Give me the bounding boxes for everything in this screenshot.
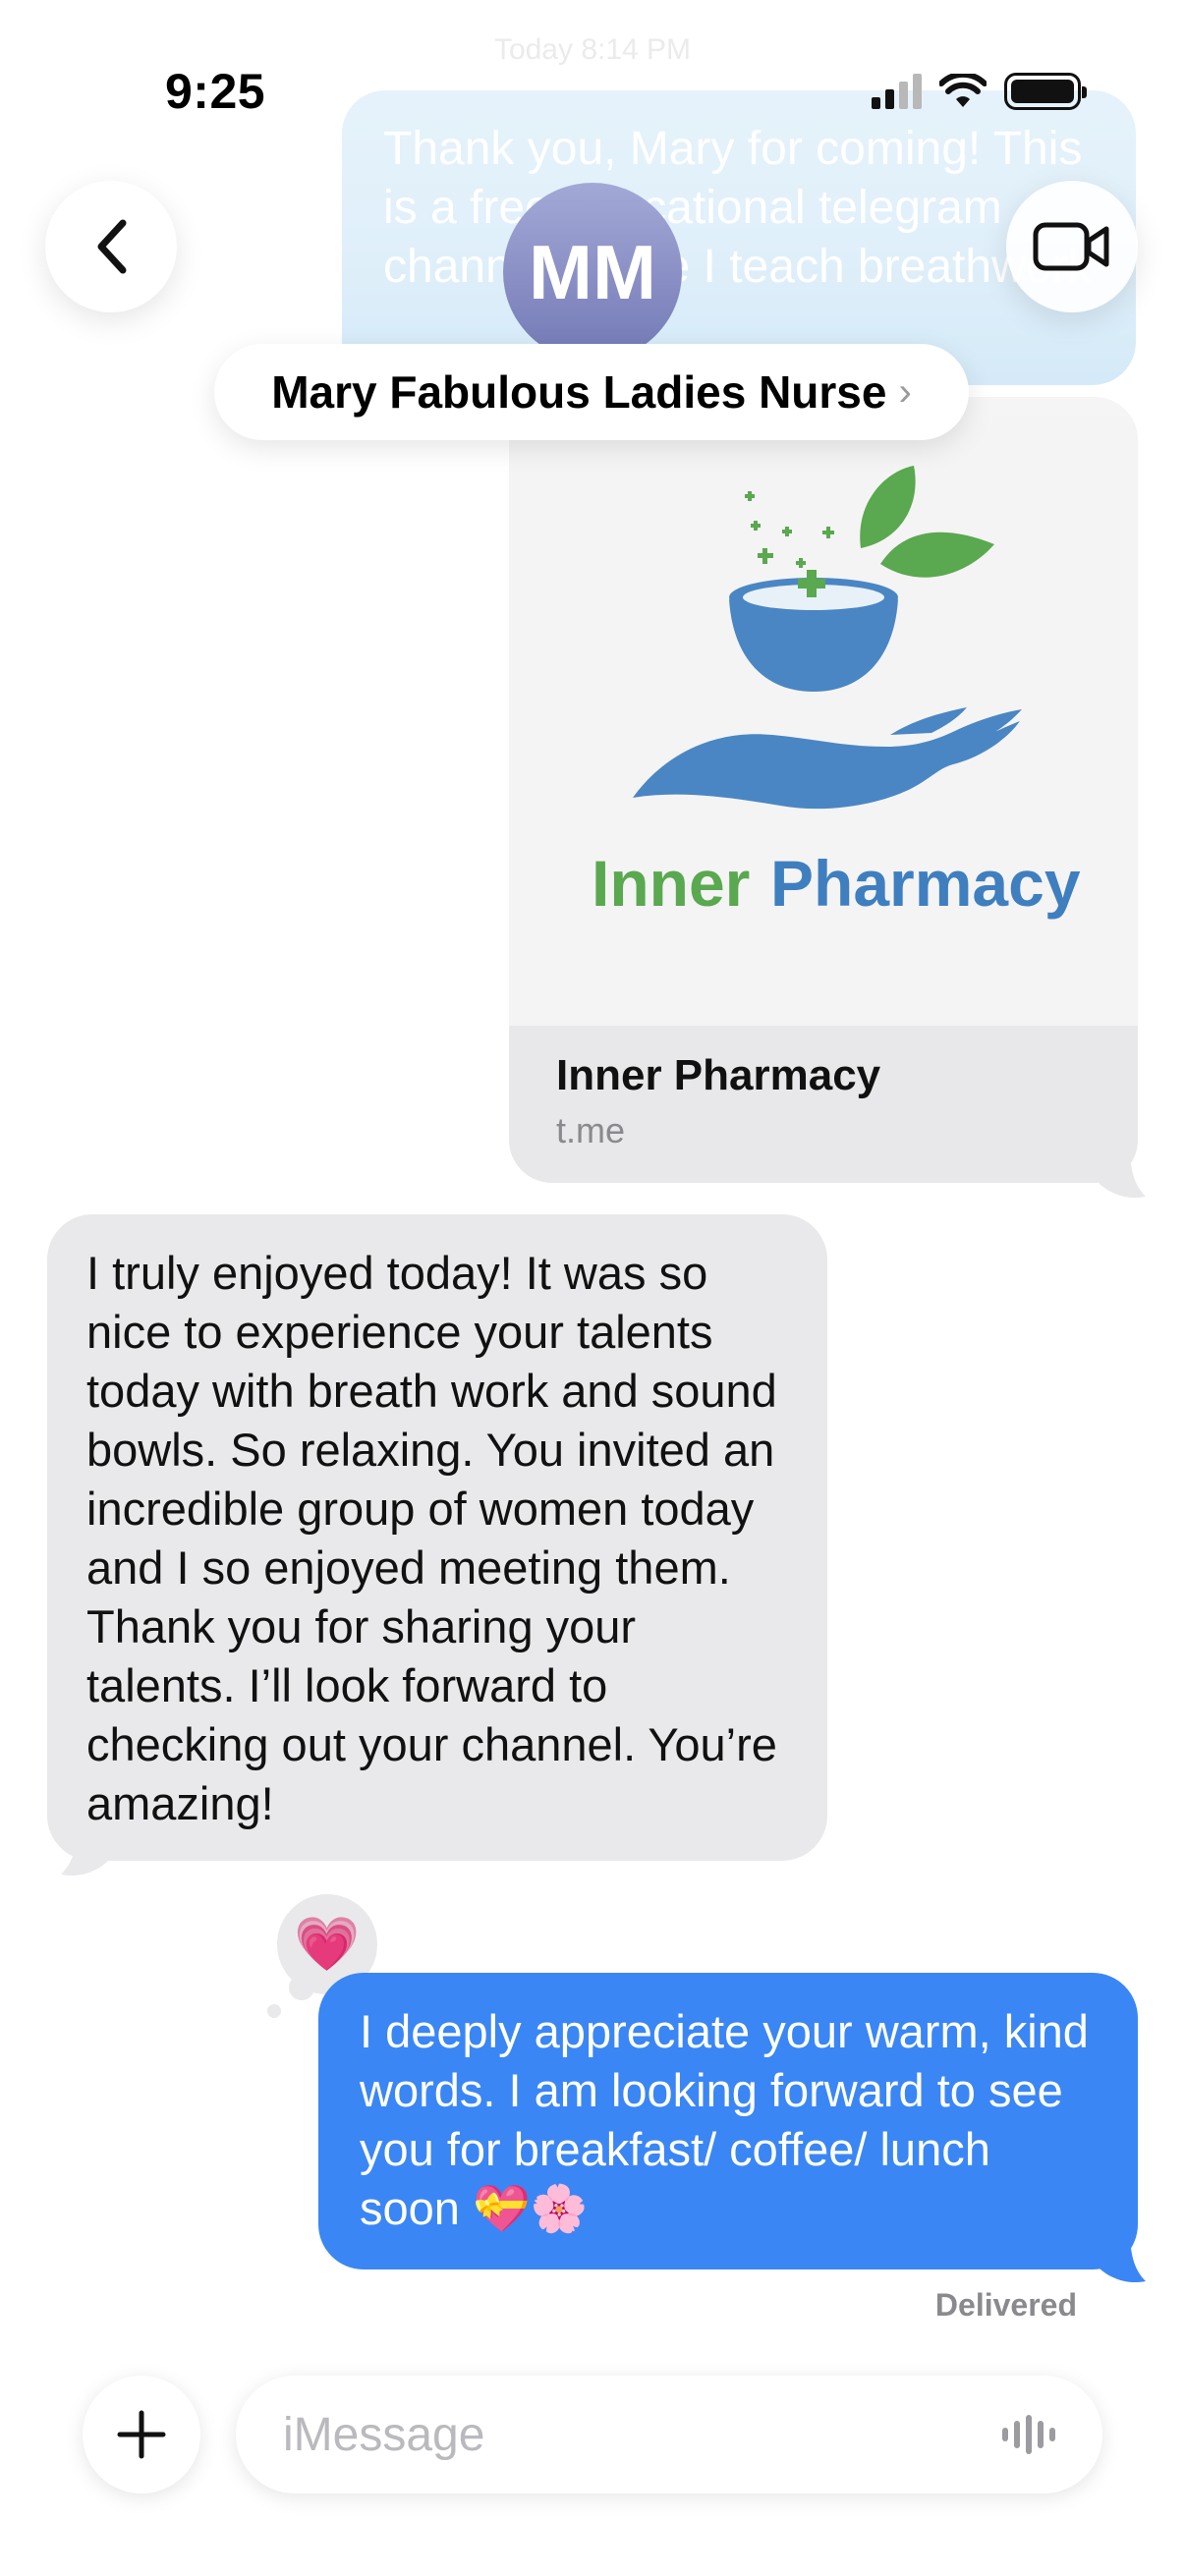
contact-name-button[interactable]: Mary Fabulous Ladies Nurse › xyxy=(214,344,969,440)
delivery-status: Delivered xyxy=(934,2287,1077,2323)
wifi-icon xyxy=(939,74,987,107)
message-composer[interactable] xyxy=(236,2376,1102,2493)
video-camera-icon xyxy=(1033,222,1109,271)
conversation-timestamp: Today 8:14 PM xyxy=(493,33,692,66)
logo-text-inner: Inner xyxy=(592,847,750,920)
bubble-tail xyxy=(61,1827,110,1876)
link-preview-image: Inner Pharmacy xyxy=(509,397,1138,1026)
messages-screen: Today 8:14 PM Thank you, Mary for coming… xyxy=(0,0,1185,2576)
bubble-tail xyxy=(1097,2230,1146,2283)
battery-icon xyxy=(1004,73,1087,110)
logo-text-pharmacy: Pharmacy xyxy=(770,847,1081,920)
link-preview-domain: t.me xyxy=(556,1110,626,1150)
sent-message[interactable]: I deeply appreciate your warm, kind word… xyxy=(318,1973,1138,2269)
message-input[interactable] xyxy=(283,2407,971,2462)
facetime-video-button[interactable] xyxy=(1006,181,1138,312)
contact-avatar[interactable]: MM xyxy=(503,183,682,362)
audio-waveform-icon[interactable] xyxy=(1002,2415,1055,2454)
link-preview-footer: Inner Pharmacy t.me xyxy=(509,1026,1138,1183)
link-preview-title: Inner Pharmacy xyxy=(556,1051,881,1099)
bottom-safe-area xyxy=(0,2515,1185,2576)
received-message[interactable]: I truly enjoyed today! It was so nice to… xyxy=(47,1214,827,1861)
status-icons xyxy=(872,73,1087,110)
chevron-right-icon: › xyxy=(898,369,912,414)
heart-emoji-icon: 💗 xyxy=(294,1915,361,1974)
inner-pharmacy-logo: Inner Pharmacy xyxy=(592,466,1081,920)
contact-name: Mary Fabulous Ladies Nurse xyxy=(271,366,887,418)
chevron-left-icon xyxy=(97,219,127,274)
sparkle-icon xyxy=(745,491,834,568)
back-button[interactable] xyxy=(45,181,177,312)
bubble-tail xyxy=(1097,1146,1146,1199)
link-preview-card[interactable]: Inner Pharmacy Inner Pharmacy t.me xyxy=(509,397,1138,1183)
tapback-dot xyxy=(267,2004,281,2018)
plus-icon xyxy=(117,2410,166,2459)
status-time: 9:25 xyxy=(165,64,266,119)
cellular-signal-icon xyxy=(872,74,922,109)
add-attachment-button[interactable] xyxy=(83,2376,200,2493)
